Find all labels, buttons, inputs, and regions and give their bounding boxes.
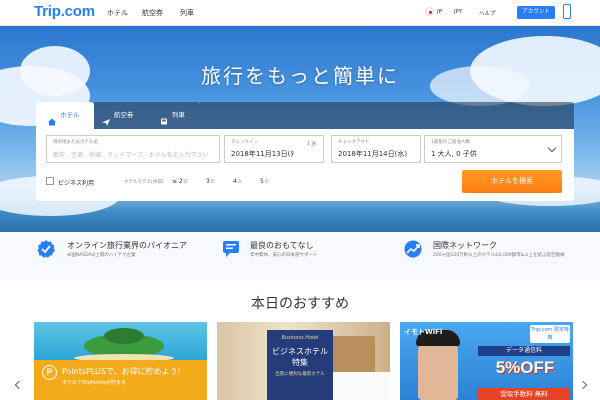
growth-chart-icon [404,240,422,258]
promo-title: ビジネスホテル特集 [272,347,328,367]
badge-check-icon [37,240,55,258]
guests-label: 1部屋のご宿泊人数 [431,140,470,145]
search-hotels-button[interactable]: ホテルを検索 [462,170,562,193]
stars-label: ホテルクラス(評価) [124,180,164,185]
tab-flights-label: 航空券 [114,111,134,119]
guests-value: 1 大人, 0 子供 [431,150,477,158]
promo-card-points[interactable]: P PointsPLUSで、お得に貯めよう! ホテルでTripPointsが貯ま… [34,322,207,400]
tab-strip-background [200,102,574,129]
mobile-app-icon[interactable] [563,4,571,19]
promo-discount: 5%OFF [495,358,555,377]
promo-subtitle: 出張に便利な最新ホテル [275,372,325,377]
feature-title: 最良のおもてなし [250,241,314,250]
japan-flag-icon[interactable] [425,7,434,16]
feature-desc: 200ヶ国120万軒以上のホテル&5,000都市&以上を結ぶ航空路線 [433,253,565,258]
business-label: ビジネス利用 [58,180,95,187]
promo-title: PointsPLUSで、お得に貯めよう! [62,367,181,376]
guests-field[interactable]: 1部屋のご宿泊人数 1 大人, 0 子供 [424,135,562,163]
checkout-field[interactable]: チェックアウト 2018年11月14日(水) [331,135,421,163]
feature-desc: 米国NASDAQ上場のハイテク企業 [67,253,136,258]
nav-hotels[interactable]: ホテル [107,8,128,18]
star-option-4[interactable]: 4☆ [233,178,242,185]
points-p-icon: P [42,365,57,380]
tab-hotels[interactable]: ホテル [36,102,94,129]
headboard-graphic [327,336,375,374]
checkin-field[interactable]: チェックイン 2018年11月13日(ﾀ [224,135,324,163]
destination-field[interactable]: 目的地またはホテル名 都市、空港、地域、ランドマーク、ホテル名を入力下さい [46,135,220,163]
language-selector[interactable]: JP [437,9,442,15]
currency-selector[interactable]: JPY [454,9,462,15]
destination-input[interactable]: 都市、空港、地域、ランドマーク、ホテル名を入力下さい [53,150,208,159]
feature-title: オンライン旅行業界のパイオニア [67,241,187,250]
plane-icon [102,111,110,126]
tab-trains[interactable]: 列車 [152,102,200,129]
tab-trains-label: 列車 [172,111,185,119]
star-option-2[interactable]: ≤ 2☆ [172,178,188,185]
checkout-label: チェックアウト [338,140,370,145]
nav-flights[interactable]: 航空券 [142,8,163,18]
feature-desc: 年中無休、安心の日本語サポート [250,253,318,258]
promo-card-wifi[interactable]: イモトWiFi Trip.com 限定特典 データ通信料 5%OFF 受取手数料… [400,322,573,400]
trip-logo[interactable]: Trip.com [34,3,95,20]
promo-tag: Business Hotel [281,335,319,341]
account-button[interactable]: アカウント [517,6,555,19]
star-option-3[interactable]: 3☆ [206,178,215,185]
top-bar: Trip.com ホテル 航空券 列車 JP JPY ヘルプ アカウント [0,0,600,26]
promo-card-business-hotel[interactable]: Business Hotel ビジネスホテル特集 出張に便利な最新ホテル [217,322,390,400]
feature-title: 国際ネットワーク [433,241,497,250]
destination-label: 目的地またはホテル名 [53,140,98,145]
hero-headline: 旅行をもっと簡単に [201,64,399,88]
promo-badge: Trip.com 限定特典 [530,325,570,343]
checkin-label: チェックイン [231,140,258,145]
recommend-title: 本日のおすすめ [251,296,349,312]
nights-count: 1 泊 [307,142,316,147]
checkout-value: 2018年11月14日(水) [338,150,408,158]
promo-line3: 受取手数料 無料 [478,388,570,400]
promo-line1: データ通信料 [478,346,570,356]
home-icon [48,111,56,126]
help-link[interactable]: ヘルプ [479,9,496,17]
nav-trains[interactable]: 列車 [180,8,194,18]
island-graphic [104,328,144,344]
star-option-5[interactable]: 5☆ [260,178,269,185]
tab-hotels-label: ホテル [60,111,80,119]
carousel-next-icon[interactable] [578,380,588,390]
carousel-prev-icon[interactable] [14,380,24,390]
tab-flights[interactable]: 航空券 [94,102,152,129]
promo-subtitle: ホテルでTripPointsが貯まる [62,380,126,386]
checkin-value: 2018年11月13日(ﾀ [231,150,294,158]
chat-icon [222,240,240,258]
chevron-down-icon [547,143,557,153]
wifi-brand: イモトWiFi [404,328,443,336]
train-icon [160,111,168,125]
business-checkbox[interactable] [46,177,54,185]
